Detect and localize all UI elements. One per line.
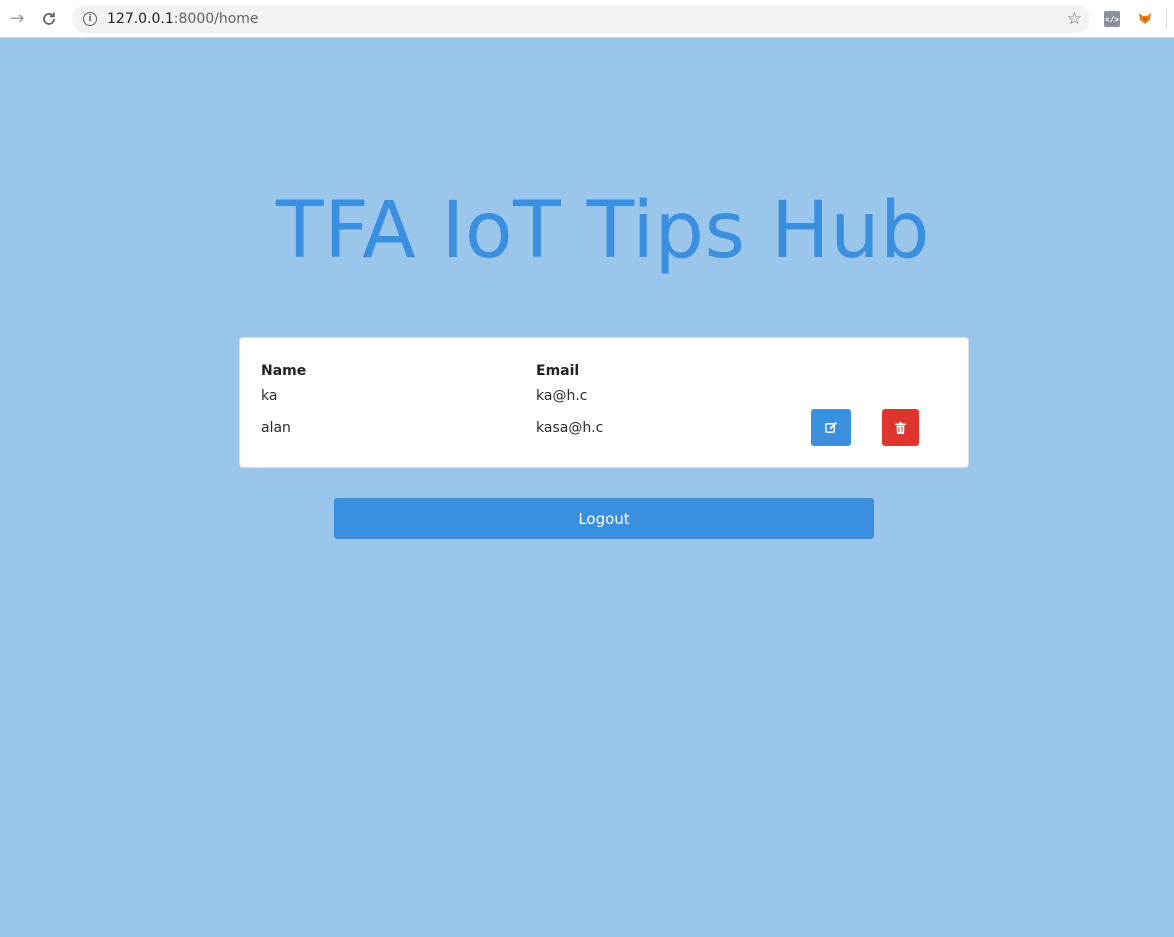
reload-glyph — [43, 12, 55, 25]
table-cell-name: ka — [261, 388, 278, 404]
url-path: :8000/home — [173, 11, 259, 27]
url-host: 127.0.0.1 — [107, 11, 174, 27]
edit-icon — [824, 421, 837, 433]
star-icon[interactable]: ☆ — [1067, 9, 1082, 29]
page-title: TFA IoT Tips Hub — [275, 186, 931, 276]
fox-extension-icon[interactable] — [1137, 10, 1153, 26]
reload-icon[interactable] — [38, 8, 60, 30]
url-text[interactable]: 127.0.0.1:8000/home — [107, 11, 259, 27]
users-table-card: Name Email ka ka@h.c alan kasa@h.c — [239, 337, 969, 468]
trash-icon — [895, 421, 906, 434]
column-header-email: Email — [536, 363, 580, 379]
table-cell-email: ka@h.c — [536, 388, 588, 404]
table-cell-name: alan — [261, 420, 291, 436]
table-cell-email: kasa@h.c — [536, 420, 604, 436]
toolbar-divider — [1166, 8, 1167, 30]
browser-toolbar: → i 127.0.0.1:8000/home ☆ </> — [0, 0, 1174, 38]
info-icon[interactable]: i — [83, 12, 97, 26]
edit-user-button[interactable] — [811, 409, 851, 446]
code-view-icon[interactable]: </> — [1104, 11, 1120, 27]
logout-button[interactable]: Logout — [334, 498, 874, 539]
delete-user-button[interactable] — [882, 409, 919, 446]
address-bar[interactable]: i 127.0.0.1:8000/home ☆ — [72, 5, 1090, 33]
forward-icon[interactable]: → — [6, 8, 28, 30]
fox-glyph — [1139, 13, 1151, 24]
column-header-name: Name — [261, 363, 307, 379]
